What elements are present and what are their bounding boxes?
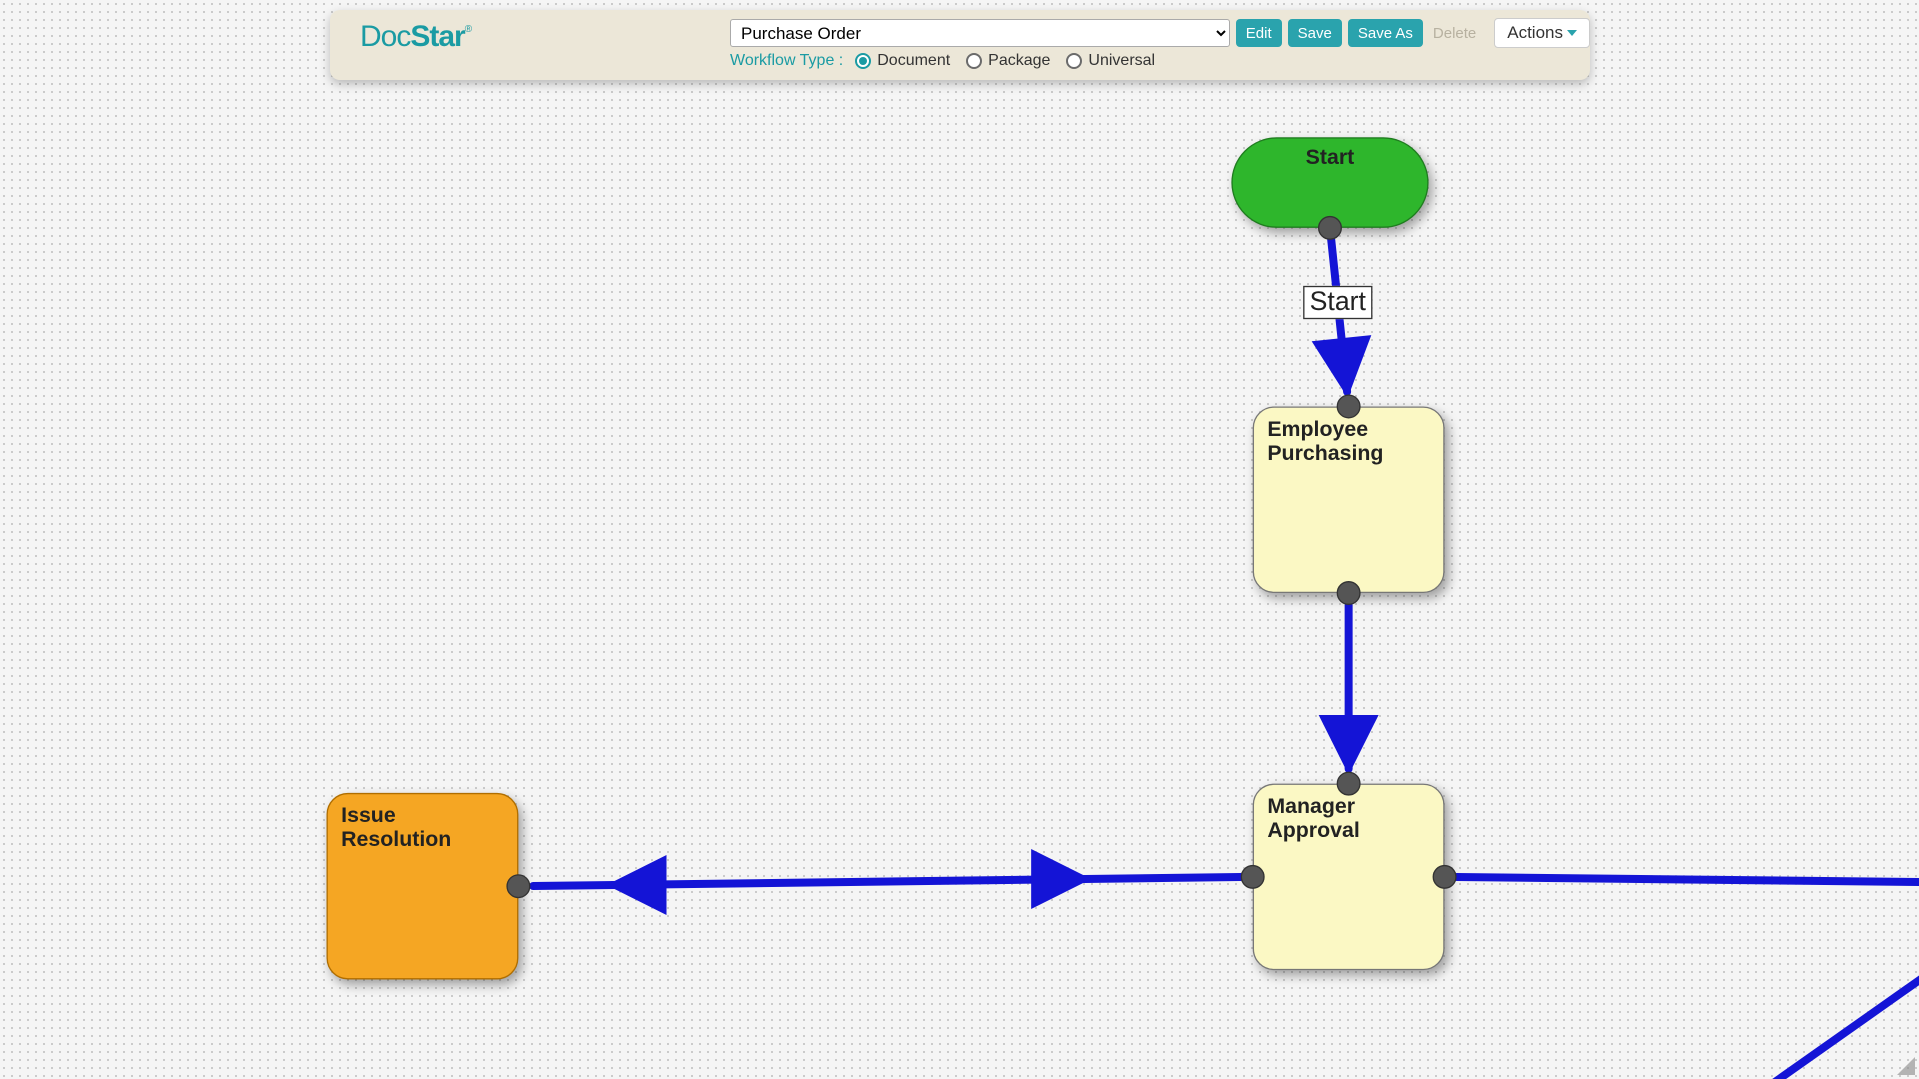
workflow-type-radio-document[interactable] [855, 53, 871, 69]
save-as-button[interactable]: Save As [1348, 19, 1423, 47]
delete-link-disabled: Delete [1429, 25, 1480, 42]
workflow-type-radio-universal[interactable] [1066, 53, 1082, 69]
workflow-type-label-universal[interactable]: Universal [1088, 52, 1155, 70]
workflow-select[interactable]: Purchase Order [730, 19, 1230, 47]
workflow-type-label-package[interactable]: Package [988, 52, 1050, 70]
caret-down-icon [1567, 30, 1577, 36]
resize-grip-icon [1897, 1057, 1915, 1075]
workflow-type-label-document[interactable]: Document [877, 52, 950, 70]
actions-dropdown-button[interactable]: Actions [1494, 18, 1590, 48]
logo-text-bold: Star [410, 20, 464, 53]
actions-label: Actions [1507, 23, 1563, 43]
app-logo: DocStar® [360, 20, 471, 54]
workflow-type-radio-package[interactable] [966, 53, 982, 69]
workflow-toolbar: DocStar® Purchase Order Edit Save Save A… [330, 10, 1590, 80]
edge-labels-layer: Start [0, 0, 1919, 1079]
logo-text-pre: Doc [360, 20, 410, 53]
save-button[interactable]: Save [1288, 19, 1342, 47]
toolbar-row-primary: Purchase Order Edit Save Save As Delete … [730, 18, 1590, 48]
connector-label[interactable]: Start [1303, 286, 1373, 319]
edit-button[interactable]: Edit [1236, 19, 1282, 47]
logo-reg-mark: ® [465, 24, 471, 35]
toolbar-row-workflow-type: Workflow Type : Document Package Univers… [730, 52, 1161, 70]
workflow-type-label: Workflow Type : [730, 52, 843, 70]
